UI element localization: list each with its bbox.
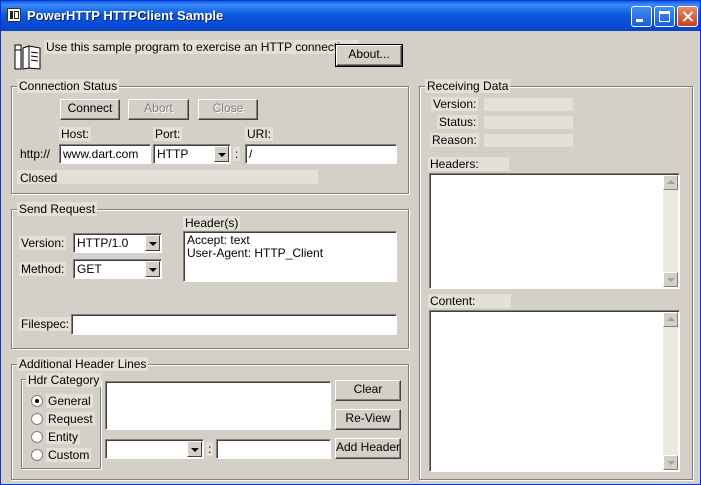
radio-request[interactable]: [31, 413, 43, 425]
window-title: PowerHTTP HTTPClient Sample: [27, 8, 224, 23]
version-select[interactable]: HTTP/1.0: [73, 233, 162, 253]
chevron-down-icon[interactable]: [145, 235, 160, 251]
additional-header-lines-title: Additional Header Lines: [17, 357, 149, 371]
add-header-button[interactable]: Add Header: [335, 438, 401, 459]
scroll-up-icon[interactable]: [663, 175, 678, 190]
filespec-input[interactable]: [71, 314, 397, 335]
close-connection-button[interactable]: Close: [198, 99, 258, 120]
maximize-button[interactable]: [654, 6, 675, 27]
title-bar[interactable]: PowerHTTP HTTPClient Sample: [1, 1, 700, 31]
host-label: Host:: [59, 127, 92, 141]
response-reason-label: Reason:: [430, 133, 479, 147]
radio-custom-label[interactable]: Custom: [46, 448, 92, 462]
scheme-prefix: http://: [20, 147, 51, 161]
header-line: User-Agent: HTTP_Client: [187, 246, 324, 260]
radio-general[interactable]: [31, 395, 43, 407]
header-name-select[interactable]: [105, 439, 204, 459]
version-select-value: HTTP/1.0: [77, 236, 129, 250]
port-select[interactable]: HTTP: [153, 144, 231, 164]
main-window: PowerHTTP HTTPClient Sample Use this sam…: [0, 0, 701, 485]
book-icon: [14, 44, 41, 70]
radio-entity-label[interactable]: Entity: [46, 430, 81, 444]
content-scrollbar[interactable]: [663, 312, 678, 470]
review-button[interactable]: Re-View: [335, 409, 401, 430]
response-content-textarea[interactable]: [429, 310, 680, 472]
port-separator: :: [233, 147, 241, 161]
scroll-down-icon[interactable]: [663, 455, 678, 470]
radio-entity[interactable]: [31, 431, 43, 443]
header-value-input[interactable]: [216, 439, 331, 459]
port-select-value: HTTP: [157, 147, 189, 161]
header-lines-list[interactable]: [105, 381, 331, 430]
connect-button[interactable]: Connect: [60, 99, 120, 120]
response-content-label: Content:: [428, 294, 512, 308]
response-status-value: [484, 116, 573, 129]
receiving-data-title: Receiving Data: [425, 79, 511, 93]
minimize-button[interactable]: [631, 6, 652, 27]
connection-status-text: Closed: [17, 170, 318, 185]
response-headers-textarea[interactable]: [429, 173, 680, 289]
send-request-title: Send Request: [17, 202, 98, 216]
method-select[interactable]: GET: [73, 259, 162, 279]
connection-status-title: Connection Status: [17, 79, 120, 93]
response-status-label: Status:: [437, 115, 479, 129]
radio-general-label[interactable]: General: [46, 394, 93, 408]
version-label: Version:: [19, 236, 67, 250]
method-select-value: GET: [77, 262, 102, 276]
close-window-button[interactable]: [677, 6, 698, 27]
app-icon[interactable]: [7, 8, 21, 22]
headers-label: Header(s): [183, 216, 241, 230]
scroll-up-icon[interactable]: [663, 312, 678, 327]
chevron-down-icon[interactable]: [145, 261, 160, 277]
header-separator: :: [206, 442, 214, 456]
scroll-down-icon[interactable]: [663, 272, 678, 287]
response-headers-label: Headers:: [428, 157, 509, 171]
hdr-category-title: Hdr Category: [26, 373, 102, 387]
filespec-label: Filespec:: [19, 317, 72, 331]
chevron-down-icon[interactable]: [187, 441, 202, 457]
host-input[interactable]: www.dart.com: [59, 144, 151, 164]
about-button[interactable]: About...: [335, 44, 403, 67]
response-reason-value: [484, 134, 573, 147]
request-headers-textarea[interactable]: Accept: text User-Agent: HTTP_Client: [183, 231, 397, 282]
headers-scrollbar[interactable]: [663, 175, 678, 287]
radio-custom[interactable]: [31, 449, 43, 461]
clear-button[interactable]: Clear: [335, 380, 401, 401]
uri-input[interactable]: /: [245, 144, 397, 164]
method-label: Method:: [19, 262, 67, 276]
port-label: Port:: [153, 127, 183, 141]
intro-text: Use this sample program to exercise an H…: [44, 40, 359, 54]
uri-label: URI:: [245, 127, 273, 141]
response-version-label: Version:: [431, 97, 479, 111]
radio-request-label[interactable]: Request: [46, 412, 95, 426]
abort-button[interactable]: Abort: [128, 99, 189, 120]
response-version-value: [484, 98, 573, 111]
chevron-down-icon[interactable]: [214, 146, 229, 162]
